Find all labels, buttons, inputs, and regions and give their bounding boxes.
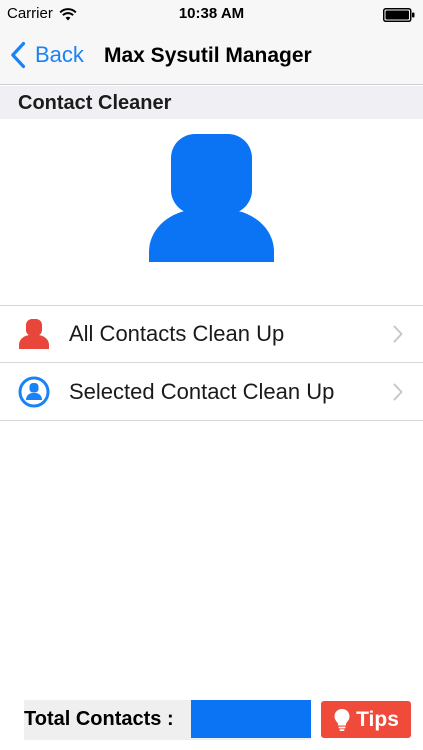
list-divider bbox=[0, 420, 423, 421]
person-icon bbox=[149, 134, 274, 262]
lightbulb-icon bbox=[334, 708, 350, 731]
page-title: Max Sysutil Manager bbox=[104, 44, 312, 67]
status-bar: Carrier 10:38 AM bbox=[0, 0, 423, 30]
selected-contact-clean-up-row[interactable]: Selected Contact Clean Up bbox=[0, 363, 423, 421]
list-item-label: All Contacts Clean Up bbox=[69, 321, 285, 346]
tips-button[interactable]: Tips bbox=[321, 701, 411, 738]
back-button[interactable]: Back bbox=[10, 41, 84, 69]
chevron-right-icon bbox=[393, 383, 403, 401]
section-title: Contact Cleaner bbox=[18, 92, 172, 114]
battery-icon bbox=[383, 8, 415, 22]
section-header: Contact Cleaner bbox=[0, 86, 423, 119]
all-contacts-clean-up-row[interactable]: All Contacts Clean Up bbox=[0, 305, 423, 363]
person-circle-icon bbox=[18, 376, 50, 408]
total-contacts-value bbox=[191, 700, 311, 738]
navigation-bar: Back Max Sysutil Manager bbox=[0, 30, 423, 85]
total-contacts-bar: Total Contacts : bbox=[24, 700, 311, 740]
tips-label: Tips bbox=[356, 707, 399, 731]
chevron-left-icon bbox=[11, 41, 26, 69]
status-time: 10:38 AM bbox=[178, 5, 245, 22]
total-contacts-label: Total Contacts : bbox=[24, 708, 174, 730]
back-label: Back bbox=[35, 42, 84, 67]
list-item-label: Selected Contact Clean Up bbox=[69, 379, 335, 404]
chevron-right-icon bbox=[393, 325, 403, 343]
person-red-icon bbox=[19, 319, 49, 349]
